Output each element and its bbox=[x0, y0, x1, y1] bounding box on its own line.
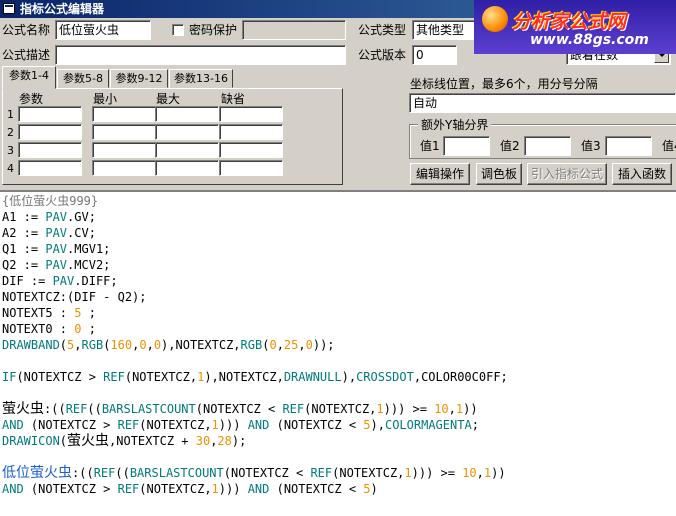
desc-input[interactable] bbox=[55, 45, 346, 65]
code-line-7: NOTEXTCZ:(DIF - Q2); bbox=[2, 290, 147, 304]
param-row-index: 1 bbox=[7, 108, 14, 121]
logo-ball-icon bbox=[482, 6, 508, 32]
code-line-3: A2 := PAV.CV; bbox=[2, 226, 96, 240]
code-line-5: Q2 := PAV.MCV2; bbox=[2, 258, 111, 272]
desc-label: 公式描述 bbox=[2, 48, 51, 62]
tab-params-9-12[interactable]: 参数9-12 bbox=[110, 69, 168, 88]
version-label: 公式版本 bbox=[358, 48, 407, 62]
type-value: 其他类型 bbox=[416, 23, 465, 37]
param-4-name[interactable] bbox=[18, 160, 82, 176]
param-3-min[interactable] bbox=[92, 142, 156, 158]
param-row-index: 3 bbox=[7, 144, 14, 157]
palette-button[interactable]: 调色板 bbox=[476, 163, 522, 185]
type-label: 公式类型 bbox=[358, 23, 407, 37]
val4-label: 值4 bbox=[662, 139, 676, 153]
code-line-15: 低位萤火虫:((REF((BARSLASTCOUNT(NOTEXTCZ < RE… bbox=[2, 465, 506, 481]
param-header-default: 缺省 bbox=[221, 92, 246, 106]
window-title: 指标公式编辑器 bbox=[20, 2, 105, 16]
code-line-1: {低位萤火虫999} bbox=[2, 194, 99, 208]
code-line-14: DRAWICON(萤火虫,NOTEXTCZ + 30,28); bbox=[2, 433, 247, 449]
param-2-name[interactable] bbox=[18, 124, 82, 140]
password-input[interactable] bbox=[242, 20, 346, 40]
val1-label: 值1 bbox=[420, 139, 440, 153]
param-4-min[interactable] bbox=[92, 160, 156, 176]
val2-label: 值2 bbox=[500, 139, 520, 153]
code-line-13: AND (NOTEXTCZ > REF(NOTEXTCZ,1))) AND (N… bbox=[2, 418, 479, 432]
code-line-12: 萤火虫:((REF((BARSLASTCOUNT(NOTEXTCZ < REF(… bbox=[2, 401, 478, 417]
code-editor[interactable]: {低位萤火虫999} A1 := PAV.GV; A2 := PAV.CV; Q… bbox=[0, 190, 676, 516]
tab-params-13-16[interactable]: 参数13-16 bbox=[169, 69, 233, 88]
param-1-max[interactable] bbox=[155, 106, 219, 122]
window-icon bbox=[3, 3, 15, 14]
code-line-10: DRAWBAND(5,RGB(160,0,0),NOTEXTCZ,RGB(0,2… bbox=[2, 338, 335, 352]
name-input[interactable]: 低位萤火虫 bbox=[55, 20, 151, 40]
param-3-max[interactable] bbox=[155, 142, 219, 158]
code-line-8: NOTEXT5 : 5 ; bbox=[2, 306, 96, 320]
val1-input[interactable] bbox=[443, 136, 490, 156]
tab-params-5-8[interactable]: 参数5-8 bbox=[57, 69, 109, 88]
param-1-min[interactable] bbox=[92, 106, 156, 122]
axis-input[interactable]: 自动 bbox=[409, 93, 676, 113]
param-row-index: 4 bbox=[7, 162, 14, 175]
code-line-9: NOTEXT0 : 0 ; bbox=[2, 322, 96, 336]
edit-operation-button[interactable]: 编辑操作 bbox=[410, 163, 470, 185]
param-4-max[interactable] bbox=[155, 160, 219, 176]
param-3-name[interactable] bbox=[18, 142, 82, 158]
param-4-default[interactable] bbox=[219, 160, 283, 176]
param-header-max: 最大 bbox=[156, 92, 181, 106]
code-line-6: DIF := PAV.DIFF; bbox=[2, 274, 118, 288]
val3-input[interactable] bbox=[605, 136, 652, 156]
type-select[interactable]: 其他类型 bbox=[412, 20, 476, 40]
param-header-min: 最小 bbox=[93, 92, 118, 106]
param-2-default[interactable] bbox=[219, 124, 283, 140]
param-1-default[interactable] bbox=[219, 106, 283, 122]
param-2-min[interactable] bbox=[92, 124, 156, 140]
import-formula-button[interactable]: 引入指标公式 bbox=[527, 163, 607, 185]
param-2-max[interactable] bbox=[155, 124, 219, 140]
site-logo: 分析家公式网 www.88gs.com bbox=[474, 0, 676, 54]
insert-function-button[interactable]: 插入函数 bbox=[612, 163, 672, 185]
val2-input[interactable] bbox=[524, 136, 571, 156]
param-row-index: 2 bbox=[7, 126, 14, 139]
password-checkbox[interactable] bbox=[172, 24, 184, 36]
name-label: 公式名称 bbox=[2, 23, 51, 37]
extra-y-axis-label: 额外Y轴分界 bbox=[418, 117, 492, 133]
logo-url-text: www.88gs.com bbox=[530, 32, 649, 48]
code-line-4: Q1 := PAV.MGV1; bbox=[2, 242, 111, 256]
param-header-name: 参数 bbox=[19, 92, 44, 106]
code-line-2: A1 := PAV.GV; bbox=[2, 210, 96, 224]
version-input[interactable]: 0 bbox=[412, 45, 457, 65]
param-1-name[interactable] bbox=[18, 106, 82, 122]
val3-label: 值3 bbox=[581, 139, 601, 153]
code-line-11: IF(NOTEXTCZ > REF(NOTEXTCZ,1),NOTEXTCZ,D… bbox=[2, 370, 508, 384]
param-3-default[interactable] bbox=[219, 142, 283, 158]
code-line-16: AND (NOTEXTCZ > REF(NOTEXTCZ,1))) AND (N… bbox=[2, 482, 378, 496]
tab-params-1-4[interactable]: 参数1-4 bbox=[2, 66, 56, 89]
logo-main-text: 分析家公式网 bbox=[512, 11, 627, 33]
axis-label: 坐标线位置，最多6个，用分号分隔 bbox=[410, 77, 598, 91]
password-label: 密码保护 bbox=[189, 23, 238, 37]
